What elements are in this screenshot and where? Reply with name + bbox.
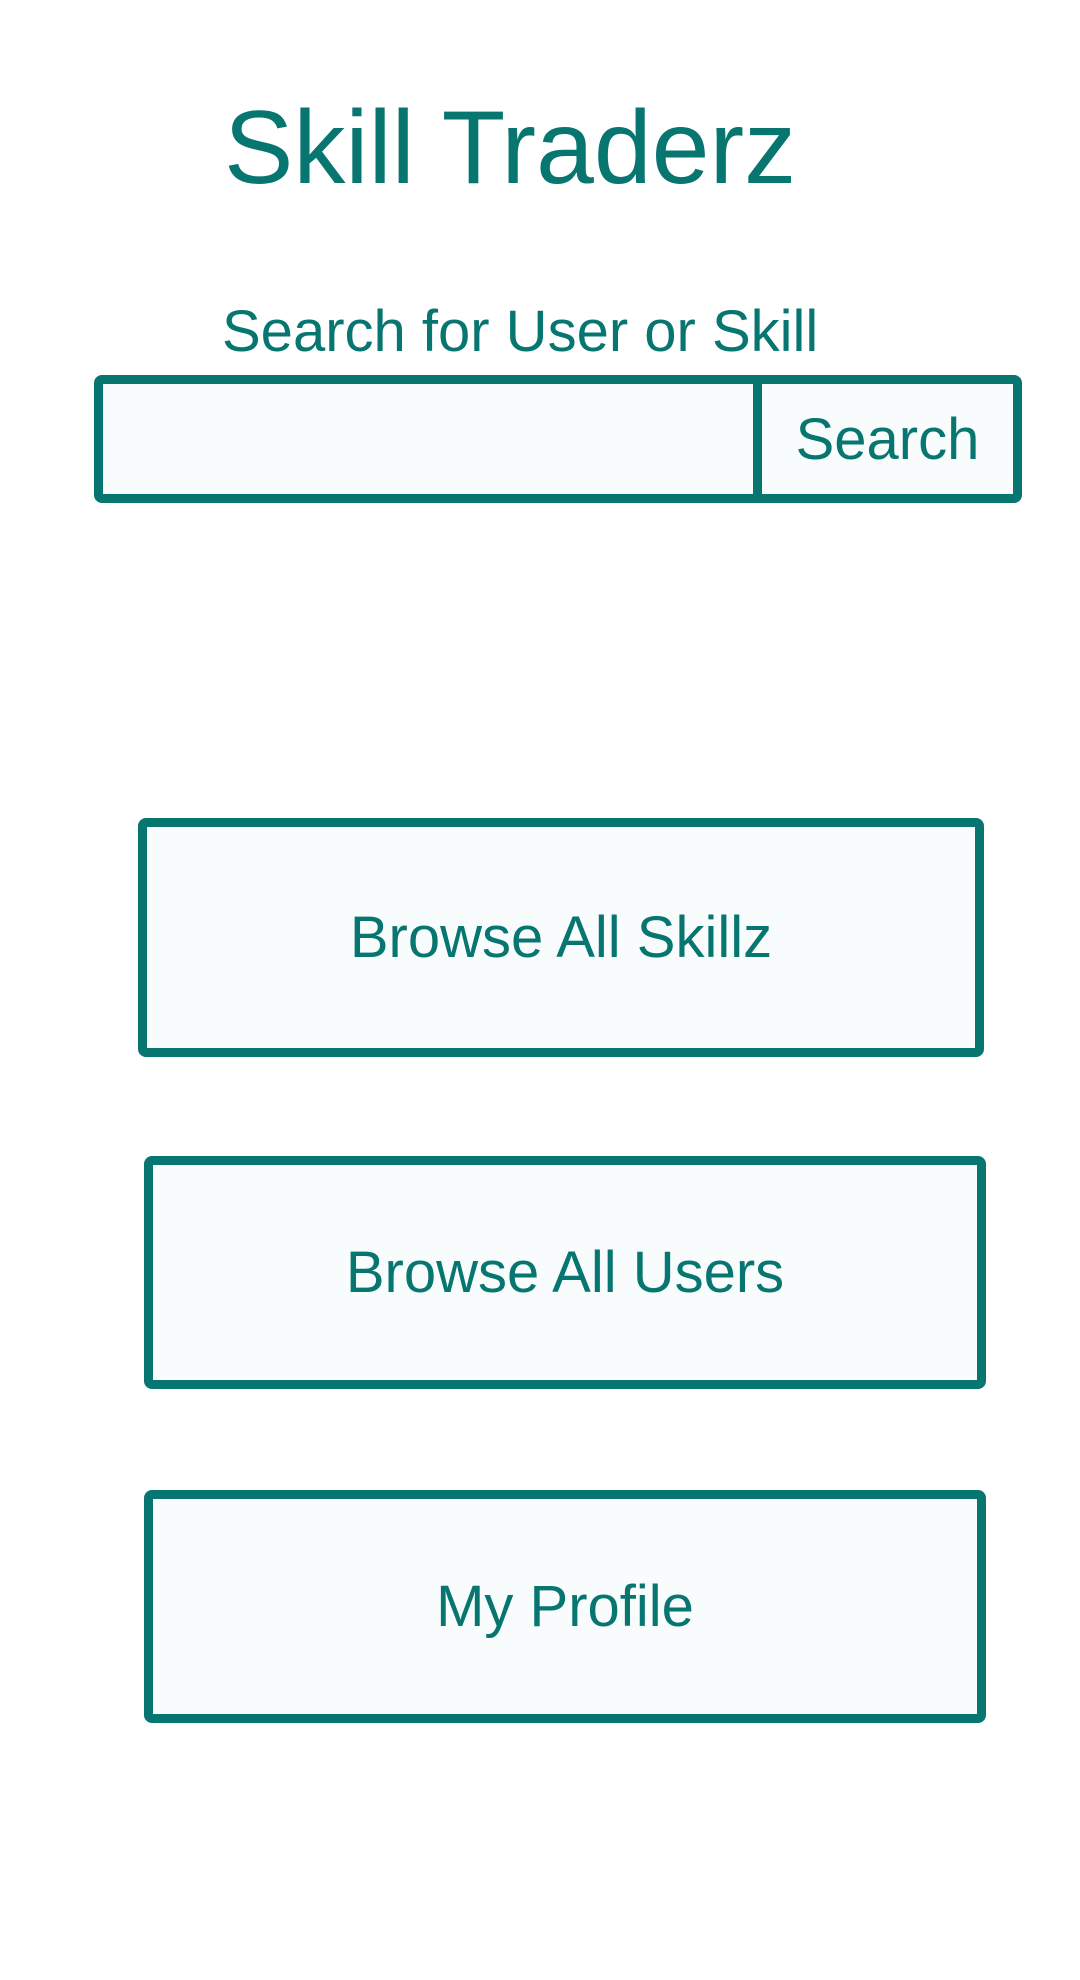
app-title: Skill Traderz bbox=[224, 90, 797, 206]
search-label: Search for User or Skill bbox=[222, 299, 819, 364]
browse-all-skillz-button[interactable]: Browse All Skillz bbox=[138, 818, 984, 1057]
search-button[interactable]: Search bbox=[753, 384, 1013, 494]
browse-all-users-button[interactable]: Browse All Users bbox=[144, 1156, 986, 1389]
search-bar: Search bbox=[94, 375, 1022, 503]
home-screen: Skill Traderz Search for User or Skill S… bbox=[0, 0, 1080, 1980]
search-input[interactable] bbox=[103, 384, 753, 494]
my-profile-button[interactable]: My Profile bbox=[144, 1490, 986, 1723]
